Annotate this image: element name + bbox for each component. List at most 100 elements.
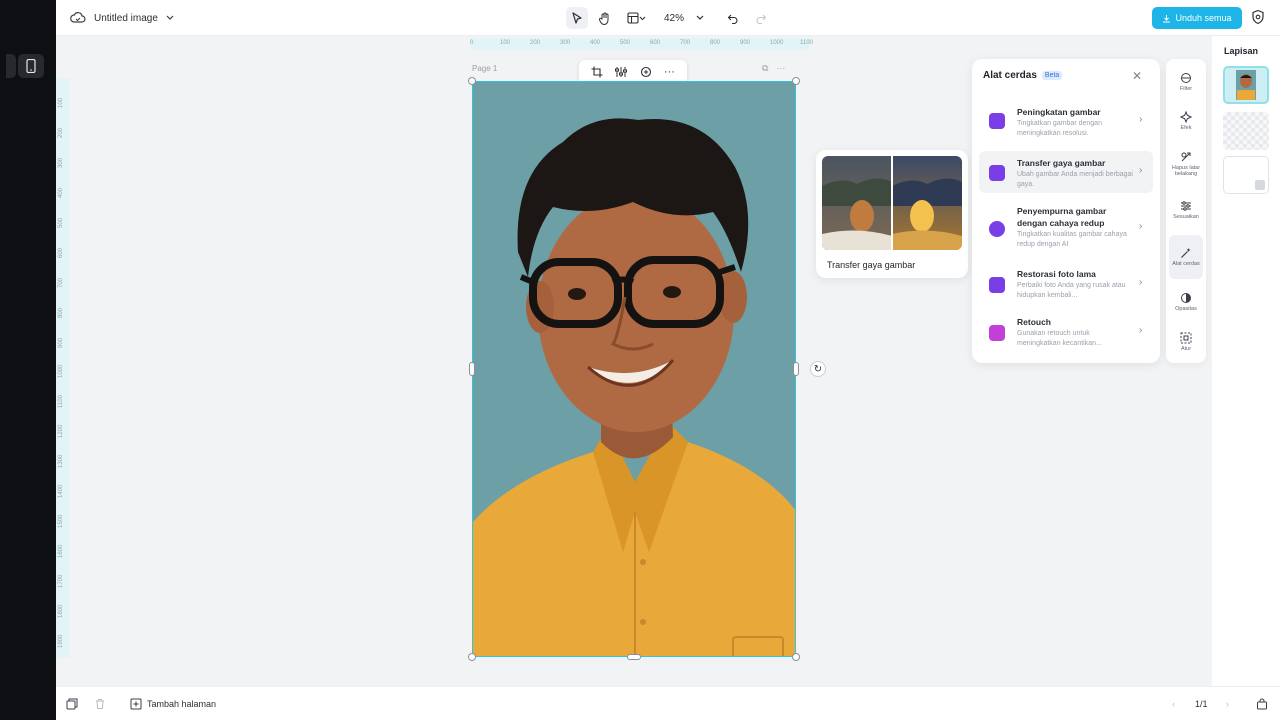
- duplicate-page-icon[interactable]: ⧉: [762, 63, 768, 74]
- photo-restore-icon: [989, 277, 1005, 293]
- tool-name: Penyempurna gambar dengan cahaya redup: [1017, 206, 1107, 228]
- add-page-button[interactable]: Tambah halaman: [130, 687, 216, 720]
- select-tool-button[interactable]: [566, 7, 588, 29]
- copy-style-icon[interactable]: [640, 66, 652, 78]
- tool-item-style-transfer[interactable]: Transfer gaya gambar Ubah gambar Anda me…: [979, 151, 1153, 193]
- canvas-artboard[interactable]: [472, 81, 796, 657]
- pages-button[interactable]: [66, 687, 78, 720]
- image-upscale-icon: [989, 113, 1005, 129]
- layout-menu-button[interactable]: [622, 7, 650, 29]
- rail-label: Alat cerdas: [1172, 261, 1200, 267]
- ruler-tick: 1500: [58, 514, 64, 528]
- background-layer-icon: [1255, 180, 1265, 190]
- ruler-tick: 600: [650, 40, 661, 46]
- undo-button[interactable]: [722, 7, 744, 29]
- chevron-right-icon: ›: [1139, 165, 1143, 176]
- layout-icon: [626, 12, 639, 24]
- tool-desc: Perbaiki foto Anda yang rusak atau hidup…: [1017, 282, 1126, 299]
- rail-item-filter[interactable]: Filter: [1169, 63, 1203, 101]
- bottom-bar: Tambah halaman ‹ 1/1 ›: [56, 686, 1280, 720]
- mobile-device-button[interactable]: [18, 54, 44, 78]
- rotate-icon: ↻: [813, 363, 823, 375]
- ruler-tick: 200: [530, 40, 541, 46]
- ruler-tick: 600: [58, 247, 64, 258]
- style-transfer-icon: [989, 165, 1005, 181]
- close-icon[interactable]: ✕: [1132, 69, 1142, 83]
- rail-item-adjust[interactable]: Sesuaikan: [1169, 191, 1203, 229]
- rail-item-smart-tools[interactable]: Alat cerdas: [1169, 235, 1203, 279]
- filter-icon: [1181, 73, 1191, 83]
- ruler-tick: 1100: [58, 395, 64, 408]
- next-page-button[interactable]: ›: [1226, 687, 1229, 720]
- ruler-tick: 300: [560, 40, 571, 46]
- rail-label: Filter: [1179, 86, 1193, 92]
- more-options-icon[interactable]: ···: [664, 66, 675, 78]
- hand-tool-button[interactable]: [594, 7, 616, 29]
- rotate-handle[interactable]: ↻: [810, 361, 826, 377]
- tool-item-low-light-enhancer[interactable]: Penyempurna gambar dengan cahaya redup T…: [979, 201, 1153, 253]
- zoom-level[interactable]: 42%: [664, 13, 684, 24]
- ruler-tick: 1000: [58, 364, 64, 378]
- opacity-icon: [1181, 293, 1191, 303]
- resize-handle-tr[interactable]: [792, 77, 800, 85]
- undo-icon: [727, 14, 738, 24]
- tool-desc: Ubah gambar Anda menjadi berbagai gaya.: [1017, 171, 1133, 188]
- properties-rail: Filter Efek Hapus latar belakang Sesuaik…: [1166, 59, 1206, 363]
- settings-shield-button[interactable]: [1250, 9, 1266, 30]
- document-title[interactable]: Untitled image: [94, 13, 158, 24]
- delete-page-button[interactable]: [94, 687, 106, 720]
- chevron-down-icon[interactable]: [166, 15, 174, 21]
- rail-item-arrange[interactable]: Atur: [1169, 323, 1203, 361]
- ruler-tick: 1100: [800, 40, 813, 46]
- rail-item-opacity[interactable]: Opasitas: [1169, 283, 1203, 321]
- preview-caption: Transfer gaya gambar: [827, 260, 916, 270]
- download-all-label: Unduh semua: [1175, 13, 1232, 23]
- cloud-sync-icon: [70, 12, 86, 23]
- resize-handle-tl[interactable]: [468, 77, 476, 85]
- beta-badge: Beta: [1041, 71, 1063, 80]
- help-button[interactable]: [1256, 687, 1268, 720]
- chevron-right-icon: ›: [1139, 221, 1143, 232]
- tool-desc: Tingkatkan kualitas gambar cahaya redup …: [1017, 231, 1127, 248]
- tool-item-old-photo-restoration[interactable]: Restorasi foto lama Perbaiki foto Anda y…: [979, 263, 1153, 305]
- chevron-down-icon: [639, 16, 645, 20]
- layer-thumbnail-portrait[interactable]: [1223, 66, 1269, 104]
- panel-resize-handle[interactable]: [0, 0, 6, 720]
- tool-item-image-upscale[interactable]: Peningkatan gambar Tingkatkan gambar den…: [979, 99, 1153, 141]
- ruler-tick: 500: [620, 40, 631, 46]
- ruler-vertical: 100 200 300 400 500 600 700 800 900 1000 1100 1200 1…: [56, 78, 70, 658]
- style-transfer-preview-image: [822, 156, 962, 250]
- zoom-chevron-down-icon[interactable]: [696, 15, 704, 21]
- resize-handle-left[interactable]: [469, 362, 475, 376]
- rail-item-effects[interactable]: Efek: [1169, 102, 1203, 140]
- rail-item-remove-background[interactable]: Hapus latar belakang: [1169, 141, 1203, 187]
- resize-handle-bl[interactable]: [468, 653, 476, 661]
- resize-handle-right[interactable]: [793, 362, 799, 376]
- tool-name: Peningkatan gambar: [1017, 107, 1101, 117]
- redo-icon: [756, 14, 767, 24]
- resize-handle-bottom[interactable]: [627, 654, 641, 660]
- redo-button[interactable]: [750, 7, 772, 29]
- crop-icon[interactable]: [591, 66, 603, 78]
- previous-page-button[interactable]: ‹: [1172, 687, 1175, 720]
- adjust-icon[interactable]: [615, 66, 628, 78]
- tool-item-retouch[interactable]: Retouch Gunakan retouch untuk meningkatk…: [979, 311, 1153, 353]
- smart-tools-panel: Alat cerdas Beta ✕ Peningkatan gambar Ti…: [972, 59, 1160, 363]
- download-icon: [1163, 14, 1171, 22]
- ruler-tick: 0: [470, 40, 474, 46]
- layer-thumbnail-transparent[interactable]: [1223, 112, 1269, 150]
- resize-handle-br[interactable]: [792, 653, 800, 661]
- more-page-options-icon[interactable]: ···: [776, 63, 785, 74]
- document-title-area[interactable]: Untitled image: [70, 0, 174, 36]
- tool-name: Restorasi foto lama: [1017, 269, 1096, 279]
- magic-wand-icon: [1181, 248, 1191, 258]
- layer-thumbnail-background[interactable]: [1223, 156, 1269, 194]
- style-transfer-preview-card: Transfer gaya gambar: [816, 150, 968, 278]
- left-sidebar: e: [0, 0, 56, 720]
- ruler-tick: 100: [500, 40, 511, 46]
- remove-background-icon: [1181, 152, 1191, 162]
- cursor-icon: [572, 12, 582, 24]
- download-all-button[interactable]: Unduh semua: [1152, 7, 1242, 29]
- ruler-tick: 900: [58, 337, 64, 348]
- effects-icon: [1180, 111, 1192, 123]
